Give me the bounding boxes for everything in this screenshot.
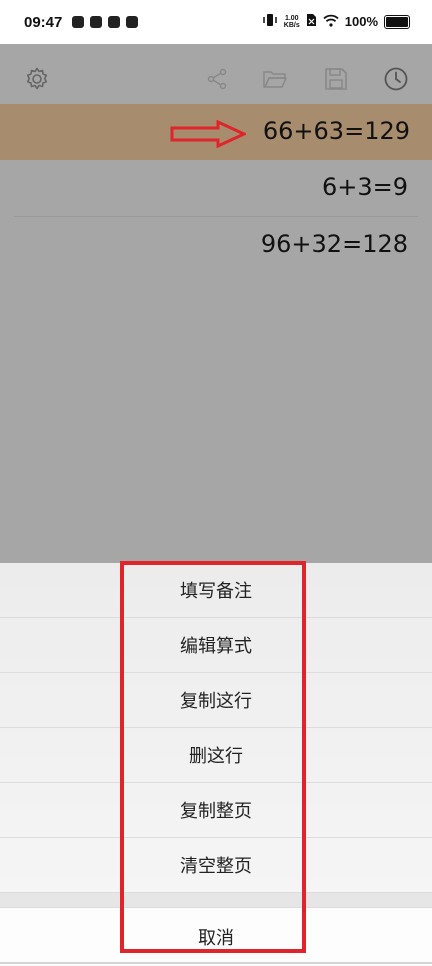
clear-page-button[interactable]: 清空整页 — [0, 838, 432, 893]
settings-gear-icon[interactable] — [24, 66, 50, 92]
calculation-list: 66+63=129 6+3=9 96+32=128 — [0, 104, 432, 273]
red-arrow-annotation — [170, 120, 246, 148]
battery-percent: 100% — [344, 14, 378, 29]
save-floppy-icon[interactable] — [323, 66, 349, 92]
sim-icon — [306, 13, 317, 30]
status-time: 09:47 — [24, 14, 63, 31]
history-clock-icon[interactable] — [383, 66, 409, 92]
net-speed: 1.00 KB/s — [284, 15, 300, 29]
tiktok-notification-icon — [126, 16, 138, 28]
calculation-row[interactable]: 96+32=128 — [14, 217, 418, 273]
net-speed-value: 1.00 — [284, 14, 299, 22]
vibrate-icon — [262, 13, 278, 30]
calculation-expression: 6+3=9 — [321, 173, 408, 201]
status-right: 1.00 KB/s 100% — [262, 13, 410, 30]
app-notification-icon — [108, 16, 120, 28]
copy-row-button[interactable]: 复制这行 — [0, 673, 432, 728]
app-notification-icon — [90, 16, 102, 28]
share-icon[interactable] — [204, 66, 230, 92]
copy-page-button[interactable]: 复制整页 — [0, 783, 432, 838]
calculation-row[interactable]: 6+3=9 — [14, 160, 418, 217]
calculation-row-selected[interactable]: 66+63=129 — [0, 104, 432, 160]
net-speed-unit: KB/s — [283, 21, 300, 29]
sheet-divider — [0, 893, 432, 908]
folder-open-icon[interactable] — [262, 66, 288, 92]
app-notification-icon — [72, 16, 84, 28]
wifi-icon — [323, 14, 339, 30]
edit-expression-button[interactable]: 编辑算式 — [0, 618, 432, 673]
delete-row-button[interactable]: 删这行 — [0, 728, 432, 783]
action-sheet: 填写备注 编辑算式 复制这行 删这行 复制整页 清空整页 取消 — [0, 563, 432, 966]
notification-icons — [72, 16, 138, 28]
add-note-button[interactable]: 填写备注 — [0, 563, 432, 618]
calculation-expression: 66+63=129 — [262, 117, 410, 145]
status-bar: 09:47 1.00 KB/s 100% — [0, 0, 432, 44]
cancel-button[interactable]: 取消 — [0, 908, 432, 966]
toolbar — [0, 44, 432, 104]
calculation-expression: 96+32=128 — [260, 230, 408, 258]
battery-icon — [384, 14, 410, 29]
